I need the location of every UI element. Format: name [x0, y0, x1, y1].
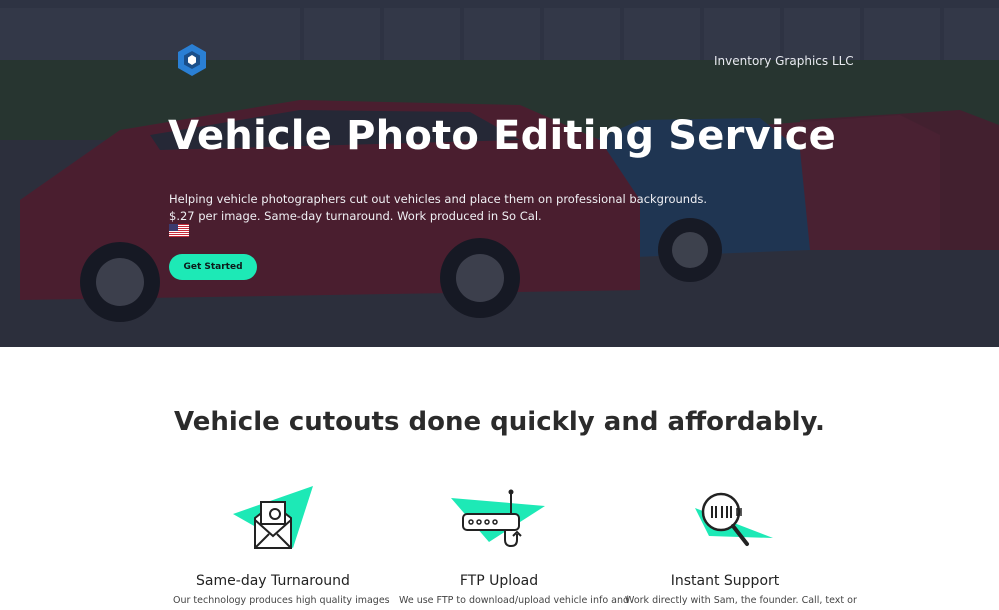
- magnifier-support-icon: [695, 492, 773, 546]
- router-upload-icon: [451, 489, 545, 548]
- feature-instant-support: Instant Support Work directly with Sam, …: [625, 486, 857, 606]
- hexagon-logo-icon[interactable]: [175, 43, 209, 77]
- feature-description: Work directly with Sam, the founder. Cal…: [625, 595, 857, 606]
- hero-description: Helping vehicle photographers cut out ve…: [169, 192, 708, 206]
- hero-pricing: $.27 per image. Same-day turnaround. Wor…: [169, 209, 542, 223]
- feature-ftp-upload: FTP Upload We use FTP to download/upload…: [399, 486, 630, 606]
- feature-title: Same-day Turnaround: [196, 573, 350, 589]
- get-started-button[interactable]: Get Started: [169, 254, 257, 280]
- photo-envelope-icon: [233, 486, 313, 549]
- hero-banner: Inventory Graphics LLC Vehicle Photo Edi…: [0, 0, 999, 347]
- feature-same-day: Same-day Turnaround Our technology produ…: [173, 486, 390, 606]
- feature-title: FTP Upload: [459, 573, 539, 589]
- company-name[interactable]: Inventory Graphics LLC: [714, 54, 854, 68]
- feature-description: We use FTP to download/upload vehicle in…: [399, 595, 630, 606]
- us-flag-icon: [169, 224, 189, 237]
- feature-description: Our technology produces high quality ima…: [173, 595, 390, 606]
- hero-title: Vehicle Photo Editing Service: [168, 113, 836, 159]
- feature-title: Instant Support: [670, 573, 780, 589]
- hero-dark-overlay: [0, 0, 999, 347]
- section-title: Vehicle cutouts done quickly and afforda…: [174, 407, 825, 437]
